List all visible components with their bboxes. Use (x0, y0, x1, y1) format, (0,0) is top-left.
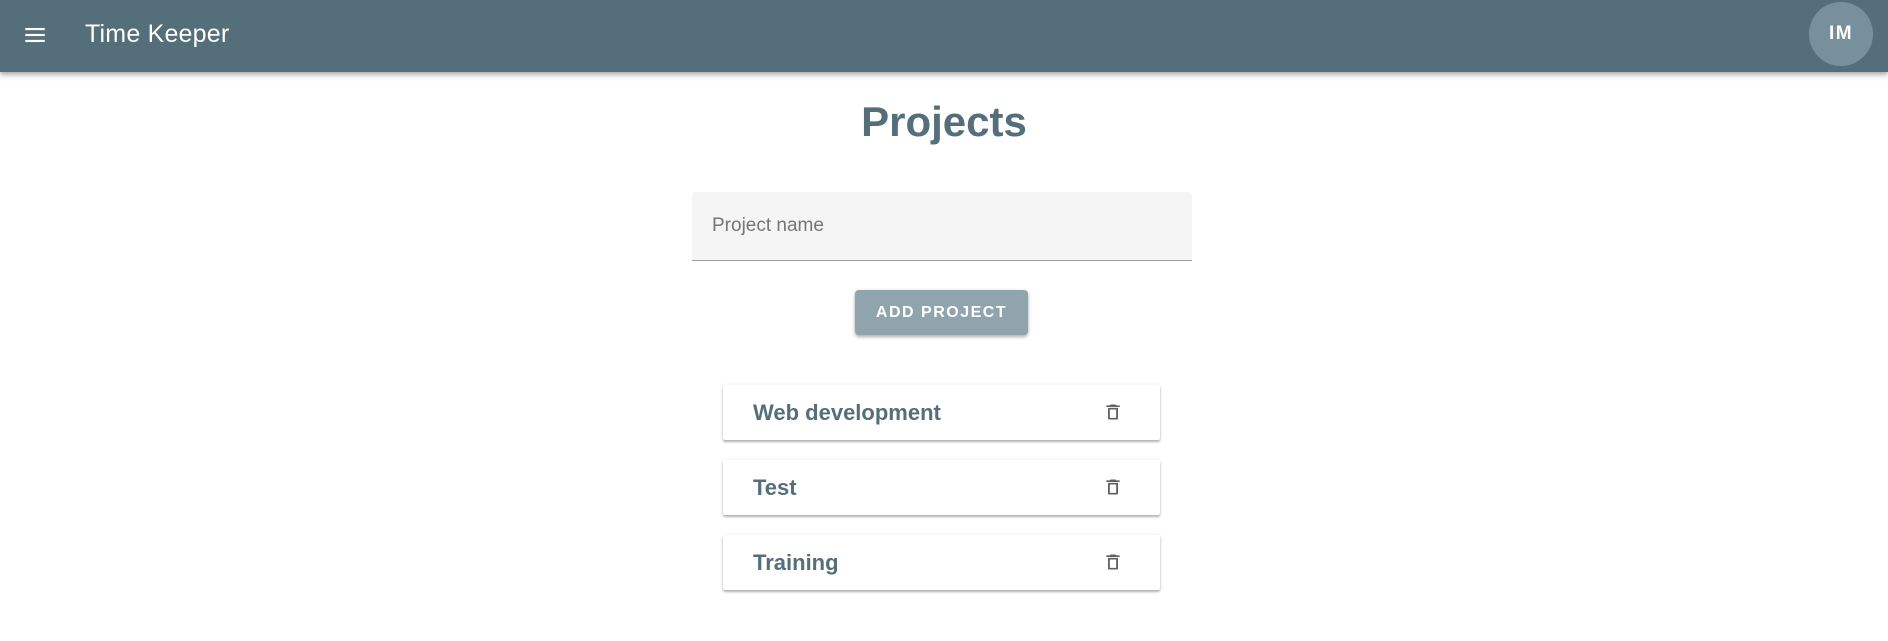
page-title: Projects (861, 98, 1027, 145)
project-name-field[interactable] (692, 192, 1192, 261)
menu-button[interactable] (14, 14, 56, 56)
project-name: Web development (753, 400, 941, 425)
project-name-input[interactable] (692, 192, 1192, 260)
delete-project-button[interactable] (1098, 547, 1128, 577)
project-card[interactable]: Web development (723, 385, 1160, 440)
trash-icon (1106, 479, 1120, 495)
app-bar: Time Keeper IM (0, 0, 1888, 72)
project-name: Test (753, 475, 797, 500)
delete-project-button[interactable] (1098, 472, 1128, 502)
trash-icon (1106, 554, 1120, 570)
app-title: Time Keeper (85, 20, 230, 48)
delete-project-button[interactable] (1098, 397, 1128, 427)
user-avatar[interactable]: IM (1809, 2, 1873, 66)
menu-icon (25, 27, 45, 43)
project-card[interactable]: Test (723, 460, 1160, 515)
trash-icon (1106, 404, 1120, 420)
project-card[interactable]: Training (723, 535, 1160, 590)
project-name: Training (753, 550, 839, 575)
add-project-button[interactable]: ADD PROJECT (855, 290, 1028, 335)
project-list: Web development Test Training (723, 385, 1160, 610)
